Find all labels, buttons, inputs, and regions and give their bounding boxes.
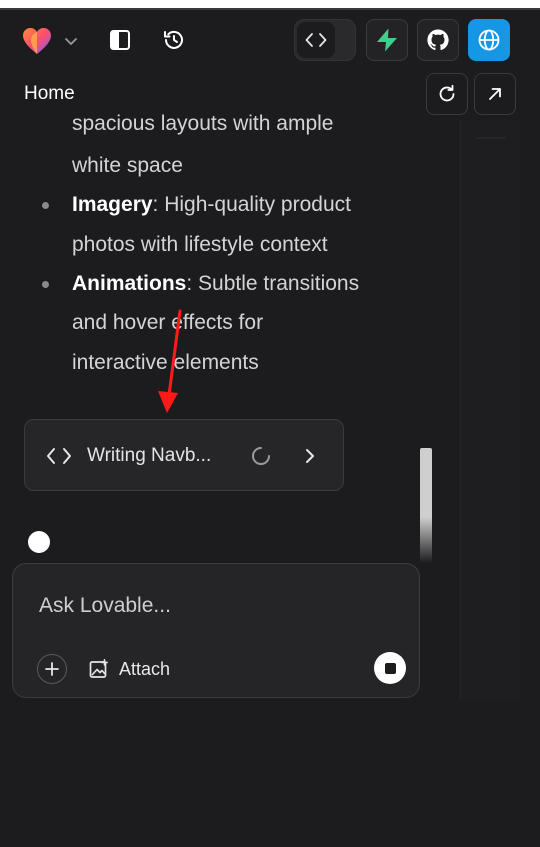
code-toggle-knob	[297, 22, 335, 58]
image-icon	[89, 659, 108, 678]
message-line: white space	[72, 154, 183, 177]
stop-button[interactable]	[374, 652, 406, 684]
globe-icon	[478, 29, 500, 51]
list-item-animations: Animations: Subtle transitions	[72, 272, 359, 296]
chat-message: spacious layouts with ample white space …	[24, 108, 424, 393]
sidebar-toggle-icon	[110, 30, 130, 50]
github-icon	[427, 29, 449, 51]
list-term: Animations	[72, 272, 187, 295]
window-top-edge	[0, 0, 540, 8]
bullet-dot	[42, 281, 49, 288]
lovable-heart-icon	[23, 28, 51, 54]
task-label: Writing Navb...	[87, 445, 212, 466]
github-button[interactable]	[417, 19, 459, 61]
chat-input[interactable]: Ask Lovable...	[39, 594, 171, 618]
chat-composer[interactable]: Ask Lovable... Attach	[12, 563, 420, 698]
sidebar-toggle-button[interactable]	[102, 22, 138, 58]
publish-button[interactable]	[468, 19, 510, 61]
attach-label: Attach	[119, 658, 171, 679]
open-external-button[interactable]	[474, 73, 516, 115]
code-icon	[305, 33, 327, 47]
list-text: : Subtle transitions	[186, 272, 360, 295]
history-icon	[164, 30, 183, 49]
supabase-button[interactable]	[366, 19, 408, 61]
chevron-right-icon	[306, 449, 314, 463]
chevron-down-icon	[65, 38, 77, 45]
stop-icon	[384, 662, 396, 674]
code-view-toggle[interactable]	[294, 19, 356, 61]
bullet-dot	[42, 202, 49, 209]
refresh-icon	[439, 84, 455, 102]
plus-icon	[45, 662, 59, 676]
refresh-button[interactable]	[426, 73, 468, 115]
project-menu[interactable]	[22, 26, 84, 56]
page-title: Home	[24, 83, 75, 104]
history-button[interactable]	[156, 22, 192, 58]
task-card[interactable]: Writing Navb...	[24, 419, 344, 491]
annotation-arrow	[158, 309, 182, 413]
attach-button[interactable]: Attach	[89, 656, 170, 682]
message-line: photos with lifestyle context	[72, 233, 328, 256]
list-item-imagery: Imagery: High-quality product	[72, 193, 351, 217]
external-link-icon	[489, 88, 501, 100]
spinner-icon	[252, 447, 270, 465]
status-dot	[28, 531, 50, 553]
supabase-icon	[377, 28, 397, 52]
right-panel	[460, 120, 520, 700]
add-button[interactable]	[37, 654, 67, 684]
right-panel-divider	[476, 137, 506, 139]
toolbar	[0, 10, 540, 70]
list-text: : High-quality product	[152, 193, 351, 216]
message-line: spacious layouts with ample	[72, 112, 334, 135]
list-term: Imagery	[72, 193, 153, 216]
code-icon	[47, 448, 71, 464]
scrollbar-thumb[interactable]	[420, 448, 432, 563]
